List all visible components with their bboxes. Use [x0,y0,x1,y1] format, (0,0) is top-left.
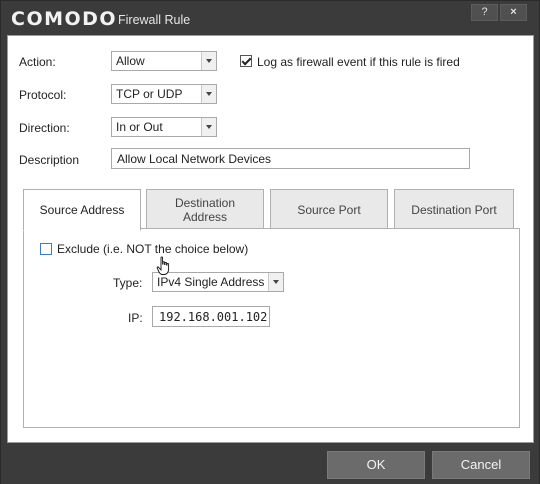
cancel-button[interactable]: Cancel [432,451,530,479]
protocol-dropdown[interactable]: TCP or UDP [111,84,217,104]
direction-dropdown[interactable]: In or Out [111,117,217,137]
chevron-down-icon [268,273,283,291]
protocol-label: Protocol: [19,88,67,102]
ok-button[interactable]: OK [327,451,425,479]
description-value: Allow Local Network Devices [117,152,272,166]
tab-destination-address[interactable]: Destination Address [146,189,264,229]
description-input[interactable]: Allow Local Network Devices [111,148,470,169]
exclude-label: Exclude (i.e. NOT the choice below) [57,242,249,256]
title-bar[interactable]: COMODO Firewall Rule ? × [1,1,539,35]
tab-source-port[interactable]: Source Port [270,189,388,229]
action-value: Allow [116,54,145,68]
type-label: Type: [113,276,143,290]
address-type-value: IPv4 Single Address [157,275,265,289]
close-button[interactable]: × [500,4,527,21]
log-event-label: Log as firewall event if this rule is fi… [257,55,460,69]
direction-label: Direction: [19,121,70,135]
dialog-title: Firewall Rule [118,13,191,27]
comodo-logo: COMODO [11,8,118,30]
protocol-value: TCP or UDP [116,87,183,101]
tab-source-address-label: Source Address [39,203,125,217]
ip-address-value: 192.168.001.102 [159,310,268,324]
help-button[interactable]: ? [471,4,498,21]
log-event-checkbox[interactable] [240,55,252,67]
ip-label: IP: [128,311,143,325]
direction-value: In or Out [116,120,163,134]
tab-destination-address-label-line2: Address [182,210,228,224]
tab-source-address[interactable]: Source Address [23,189,141,231]
tab-destination-port-label: Destination Port [411,203,497,217]
firewall-rule-dialog: COMODO Firewall Rule ? × Action: Allow L… [0,0,540,484]
chevron-down-icon [201,118,216,136]
hand-pointer-icon [156,256,170,275]
tab-destination-port[interactable]: Destination Port [394,189,514,229]
tab-source-port-label: Source Port [297,203,361,217]
chevron-down-icon [201,52,216,70]
source-address-panel [23,228,520,428]
description-label: Description [19,153,80,167]
action-dropdown[interactable]: Allow [111,51,217,71]
action-label: Action: [19,55,56,69]
ip-address-input[interactable]: 192.168.001.102 [152,306,270,327]
exclude-checkbox[interactable] [40,243,52,255]
tab-destination-address-label-line1: Destination [174,196,236,210]
chevron-down-icon [201,85,216,103]
